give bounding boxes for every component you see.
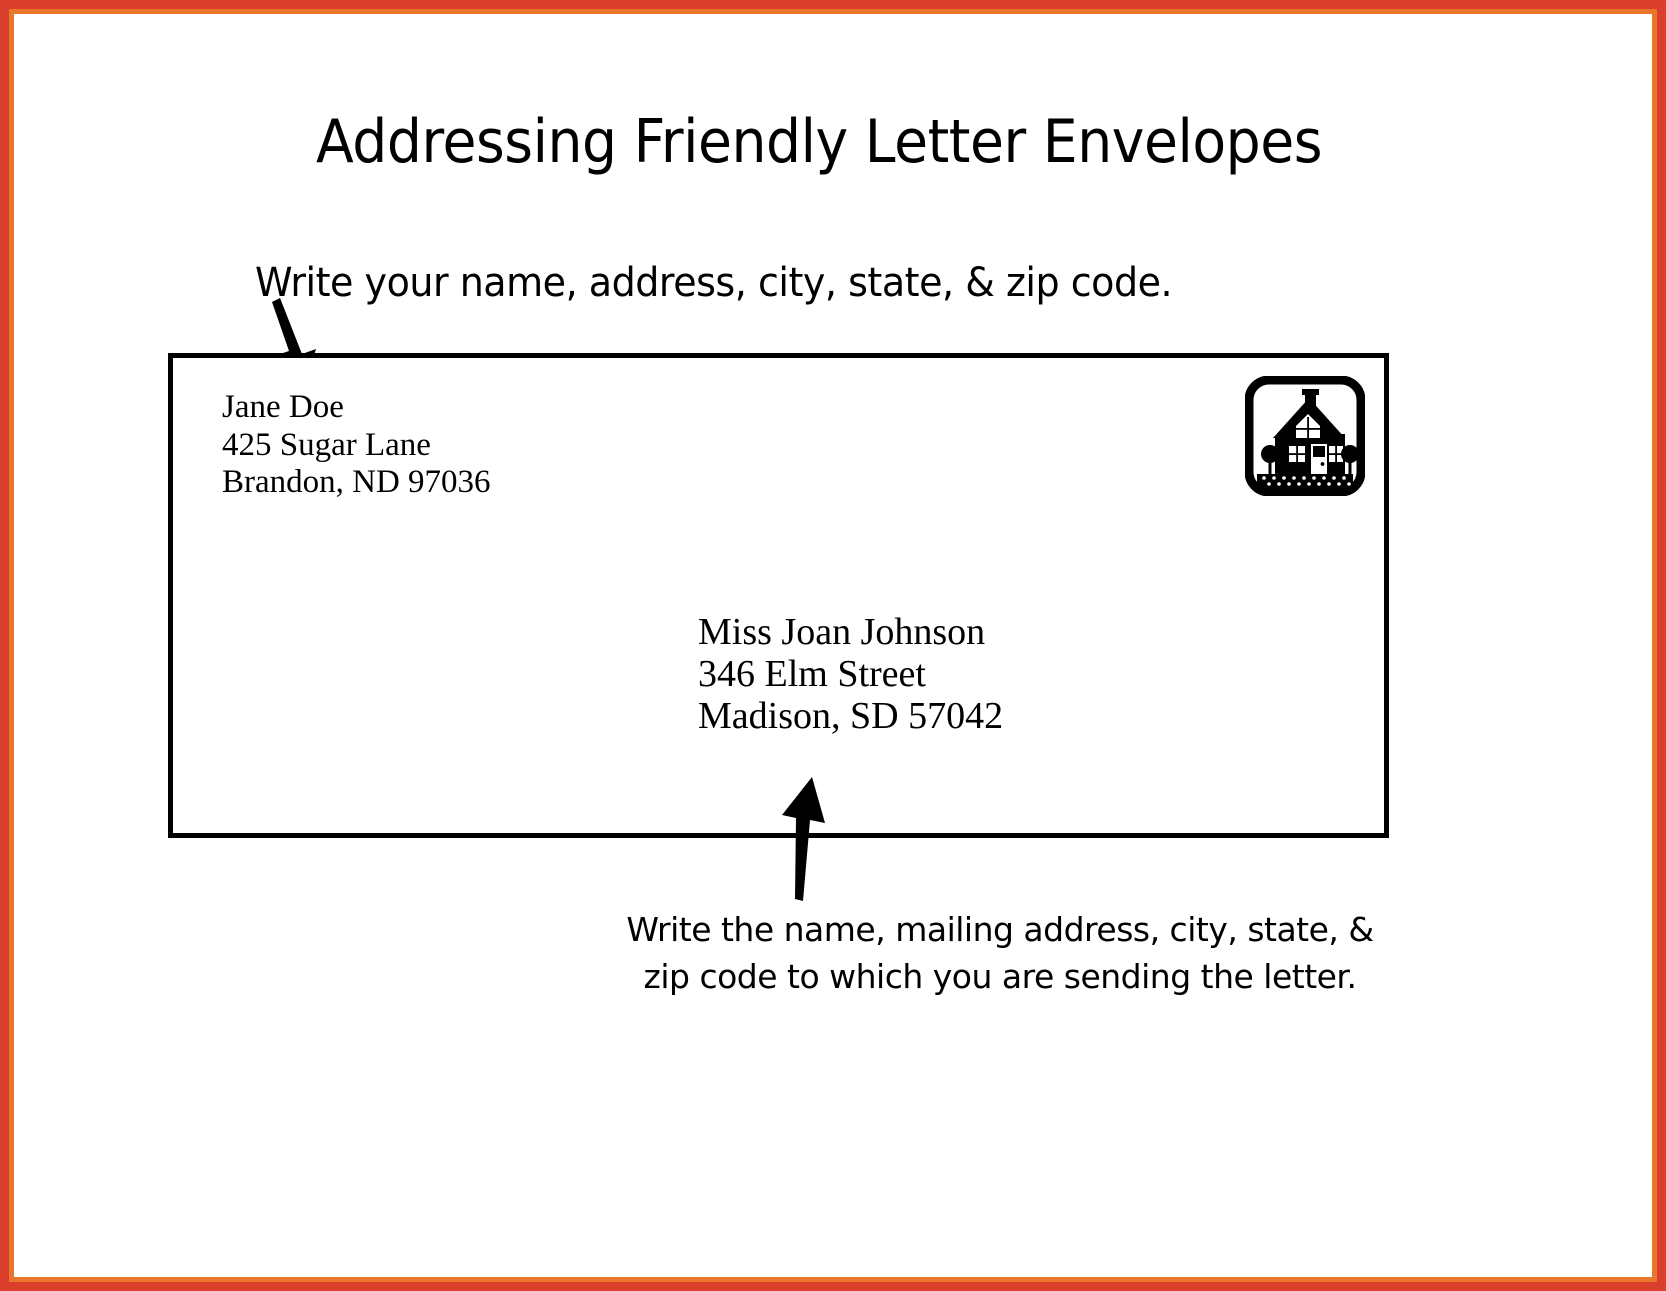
- recipient-address-block: Miss Joan Johnson 346 Elm Street Madison…: [698, 611, 1003, 737]
- house-stamp-icon: [1245, 376, 1365, 496]
- return-address-city-state-zip: Brandon, ND 97036: [222, 464, 491, 500]
- recipient-address-city-state-zip: Madison, SD 57042: [698, 695, 1004, 737]
- return-address-street: 425 Sugar Lane: [222, 426, 431, 463]
- return-address-name: Jane Doe: [222, 389, 344, 425]
- recipient-instruction-line-1: Write the name, mailing address, city, s…: [626, 910, 1374, 949]
- worksheet-page: Addressing Friendly Letter Envelopes Wri…: [0, 0, 1666, 1291]
- recipient-address-name: Miss Joan Johnson: [698, 611, 986, 653]
- page-title: Addressing Friendly Letter Envelopes: [315, 107, 1323, 177]
- return-address-block: Jane Doe 425 Sugar Lane Brandon, ND 9703…: [222, 389, 491, 502]
- envelope: Jane Doe 425 Sugar Lane Brandon, ND 9703…: [168, 353, 1389, 838]
- recipient-instruction-line-2: zip code to which you are sending the le…: [643, 957, 1357, 996]
- arrow-up-icon: [782, 777, 825, 901]
- return-address-instruction: Write your name, address, city, state, &…: [255, 260, 1173, 306]
- recipient-address-instruction: Write the name, mailing address, city, s…: [600, 906, 1400, 1000]
- recipient-address-street: 346 Elm Street: [698, 653, 926, 695]
